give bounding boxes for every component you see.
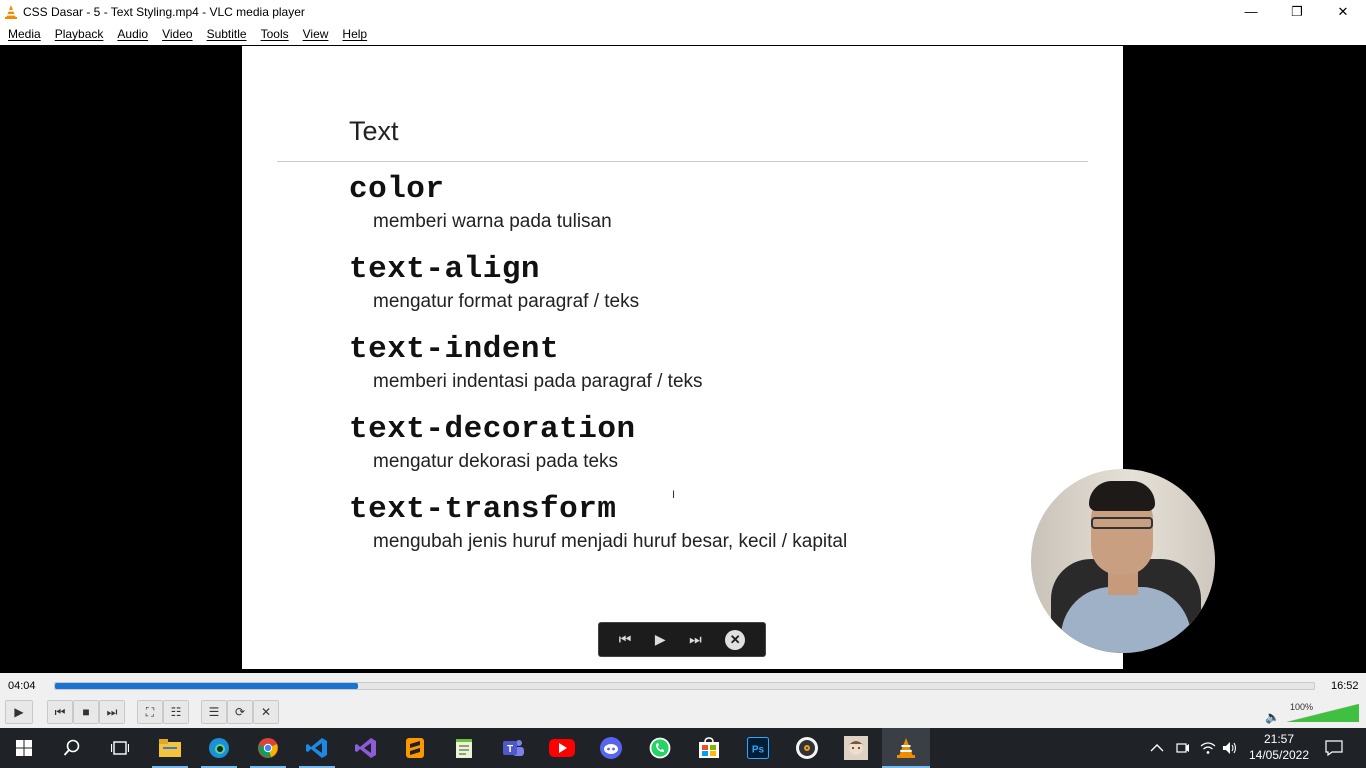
slide-title: Text (349, 116, 399, 146)
webcam-overlay (1031, 469, 1215, 653)
text-cursor-icon: I (672, 489, 676, 501)
wifi-icon[interactable] (1200, 728, 1216, 768)
play-button[interactable]: ▶ (5, 700, 33, 724)
osd-playback-controls: ⏮ ▶ ⏭ ✕ (598, 622, 766, 657)
discord-icon[interactable] (597, 734, 625, 762)
vlc-taskbar-icon[interactable] (892, 734, 920, 762)
seek-bar: 04:04 16:52 (0, 673, 1366, 698)
edge-browser-icon[interactable] (205, 734, 233, 762)
menu-bar: Media Playback Audio Video Subtitle Tool… (0, 23, 1366, 45)
next-button[interactable]: ⏭ (99, 700, 125, 724)
property-description: mengatur format paragraf / teks (373, 291, 640, 312)
seek-slider[interactable] (54, 682, 1315, 690)
vlc-cone-icon (5, 4, 17, 19)
title-bar: CSS Dasar - 5 - Text Styling.mp4 - VLC m… (0, 0, 1366, 23)
clock-time: 21:57 (1263, 732, 1295, 746)
sublime-text-icon[interactable] (401, 734, 429, 762)
taskbar-clock[interactable]: 21:57 14/05/2022 (1247, 731, 1311, 763)
menu-view[interactable]: View (296, 23, 336, 45)
playlist-button[interactable]: ☰ (201, 700, 227, 724)
menu-subtitle[interactable]: Subtitle (200, 23, 254, 45)
notepad-plus-plus-icon[interactable] (450, 734, 478, 762)
volume-tray-icon[interactable] (1222, 728, 1238, 768)
property-description: mengatur dekorasi pada teks (373, 451, 619, 472)
file-explorer-icon[interactable] (156, 734, 184, 762)
minimize-button[interactable]: — (1228, 0, 1274, 23)
property-description: memberi indentasi pada paragraf / teks (373, 371, 703, 392)
property-name: text-transform (349, 492, 617, 527)
property-name: text-align (349, 252, 541, 287)
chrome-icon[interactable] (254, 734, 282, 762)
fullscreen-button[interactable]: ⛶ (137, 700, 163, 724)
property-name: color (349, 172, 445, 207)
menu-video[interactable]: Video (155, 23, 199, 45)
seek-progress (55, 683, 358, 689)
osd-previous-button[interactable]: ⏮ (619, 631, 632, 648)
teams-icon[interactable]: T (499, 734, 527, 762)
photoshop-icon[interactable]: Ps (744, 734, 772, 762)
menu-playback[interactable]: Playback (48, 23, 111, 45)
notifications-icon[interactable] (1325, 728, 1343, 768)
windows-taskbar: T Ps 21:57 14/05/2022 (0, 728, 1366, 768)
control-bar: ▶ ⏮ ■ ⏭ ⛶ ☷ ☰ ⟳ ✕ 🔈 100% (0, 698, 1366, 728)
windows-start-icon[interactable] (10, 734, 38, 762)
shuffle-button[interactable]: ✕ (253, 700, 279, 724)
property-description: memberi warna pada tulisan (373, 211, 612, 232)
menu-tools[interactable]: Tools (254, 23, 296, 45)
property-name: text-indent (349, 332, 560, 367)
video-area[interactable]: Text color memberi warna pada tulisan te… (0, 45, 1366, 673)
volume-slider[interactable] (1287, 704, 1359, 722)
property-name: text-decoration (349, 412, 636, 447)
loop-button[interactable]: ⟳ (227, 700, 253, 724)
youtube-icon[interactable] (548, 734, 576, 762)
speaker-icon[interactable]: 🔈 (1265, 710, 1280, 724)
elapsed-time: 04:04 (8, 680, 36, 692)
svg-text:Ps: Ps (752, 745, 765, 756)
vscode-icon[interactable] (303, 734, 331, 762)
music-player-icon[interactable] (793, 734, 821, 762)
previous-button[interactable]: ⏮ (47, 700, 73, 724)
meet-now-icon[interactable] (1176, 728, 1190, 768)
slide-divider (277, 161, 1088, 162)
whatsapp-icon[interactable] (646, 734, 674, 762)
microsoft-store-icon[interactable] (695, 734, 723, 762)
visual-studio-icon[interactable] (352, 734, 380, 762)
menu-media[interactable]: Media (1, 23, 48, 45)
property-description: mengubah jenis huruf menjadi huruf besar… (373, 531, 848, 552)
search-icon[interactable] (58, 734, 86, 762)
svg-text:T: T (507, 744, 513, 755)
total-time[interactable]: 16:52 (1331, 680, 1359, 692)
show-hidden-icons[interactable] (1150, 728, 1164, 768)
osd-play-button[interactable]: ▶ (655, 631, 666, 648)
stop-button[interactable]: ■ (73, 700, 99, 724)
close-button[interactable]: ✕ (1320, 0, 1366, 23)
osd-next-button[interactable]: ⏭ (689, 631, 702, 648)
presentation-slide: Text color memberi warna pada tulisan te… (242, 46, 1123, 669)
restore-button[interactable]: ❐ (1274, 0, 1320, 23)
window-title: CSS Dasar - 5 - Text Styling.mp4 - VLC m… (23, 4, 305, 19)
menu-help[interactable]: Help (335, 23, 374, 45)
clock-date: 14/05/2022 (1248, 748, 1310, 762)
anime-app-icon[interactable] (842, 734, 870, 762)
menu-audio[interactable]: Audio (110, 23, 155, 45)
extended-settings-button[interactable]: ☷ (163, 700, 189, 724)
osd-close-icon[interactable]: ✕ (725, 629, 746, 650)
task-view-icon[interactable] (106, 734, 134, 762)
